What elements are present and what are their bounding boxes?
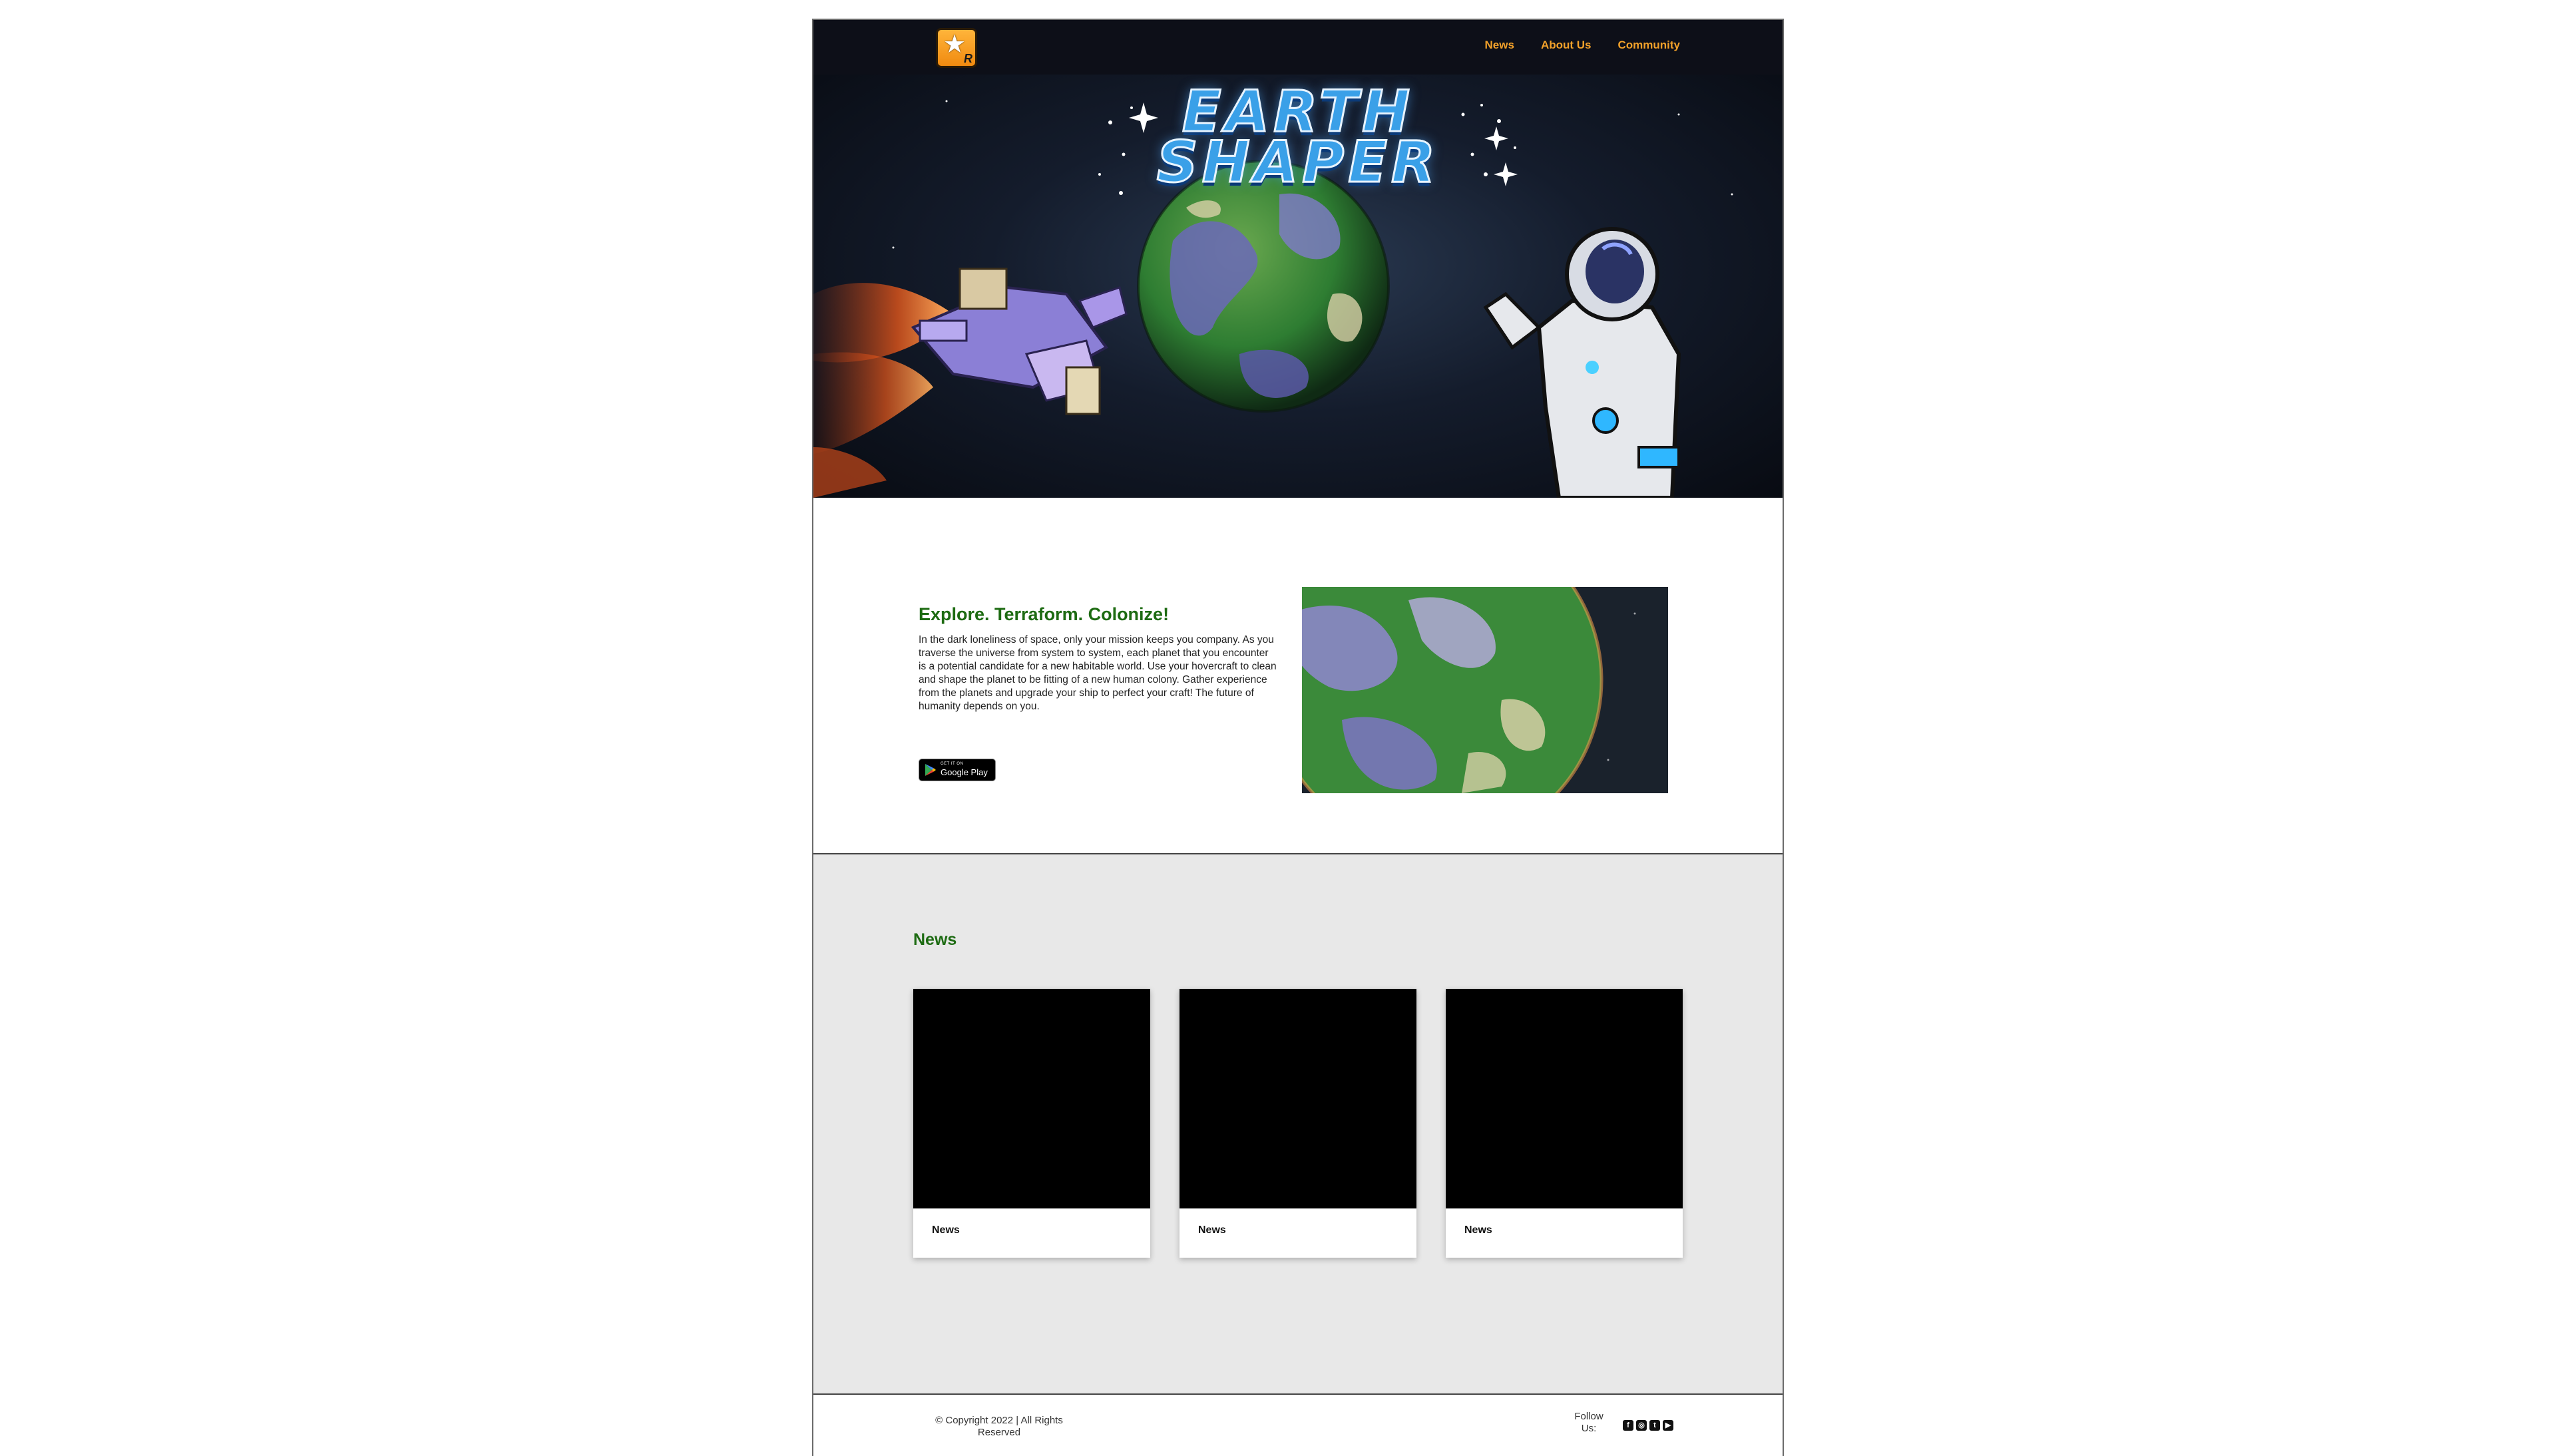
twitter-icon[interactable]: t <box>1649 1420 1660 1431</box>
nav-link-news[interactable]: News <box>1485 39 1514 52</box>
hero-banner: EARTH SHAPER <box>813 75 1783 498</box>
news-card-label: News <box>932 1224 960 1236</box>
about-heading: Explore. Terraform. Colonize! <box>919 604 1170 624</box>
top-nav: ★ R News About Us Community <box>813 20 1783 75</box>
news-section: News News News News <box>813 854 1783 1395</box>
page-frame: ★ R News About Us Community EARTH SHAPER… <box>812 19 1784 1456</box>
about-description: In the dark loneliness of space, only yo… <box>919 634 1277 712</box>
copyright-text: © Copyright 2022 | All Rights Reserved <box>935 1415 1063 1438</box>
instagram-icon[interactable]: ◎ <box>1636 1420 1647 1431</box>
engine-flames <box>813 283 953 498</box>
news-card-label: News <box>1198 1224 1226 1236</box>
news-card[interactable]: News <box>913 989 1150 1258</box>
hero-title-line2: SHAPER <box>1156 128 1440 197</box>
google-play-badge[interactable]: GET IT ON Google Play <box>919 759 996 781</box>
logo-letter: R <box>964 52 972 65</box>
astronaut-illustration <box>1483 227 1681 498</box>
news-card-label: News <box>1464 1224 1492 1236</box>
news-thumbnail <box>1179 989 1416 1208</box>
news-card[interactable]: News <box>1446 989 1683 1258</box>
site-logo[interactable]: ★ R <box>936 28 977 68</box>
news-thumbnail <box>913 989 1150 1208</box>
google-play-icon <box>925 764 936 776</box>
site-footer: © Copyright 2022 | All Rights Reserved F… <box>813 1395 1783 1456</box>
youtube-icon[interactable]: ▶ <box>1663 1420 1673 1431</box>
news-heading: News <box>913 930 957 949</box>
hovercraft-illustration <box>911 268 1128 415</box>
badge-small-text: GET IT ON <box>941 762 964 766</box>
badge-store-name: Google Play <box>941 767 988 777</box>
planet-illustration <box>1137 160 1390 413</box>
nav-link-about-us[interactable]: About Us <box>1541 39 1592 52</box>
nav-link-community[interactable]: Community <box>1618 39 1681 52</box>
star-icon: ★ <box>943 29 966 59</box>
social-links: f ◎ t ▶ <box>1623 1420 1673 1431</box>
facebook-icon[interactable]: f <box>1623 1420 1633 1431</box>
about-section: Explore. Terraform. Colonize! In the dar… <box>813 498 1783 854</box>
nav-links: News About Us Community <box>1485 39 1680 52</box>
news-thumbnail <box>1446 989 1683 1208</box>
planet-closeup-image <box>1302 587 1668 793</box>
news-card[interactable]: News <box>1179 989 1416 1258</box>
follow-us-label: Follow Us: <box>1574 1411 1603 1434</box>
